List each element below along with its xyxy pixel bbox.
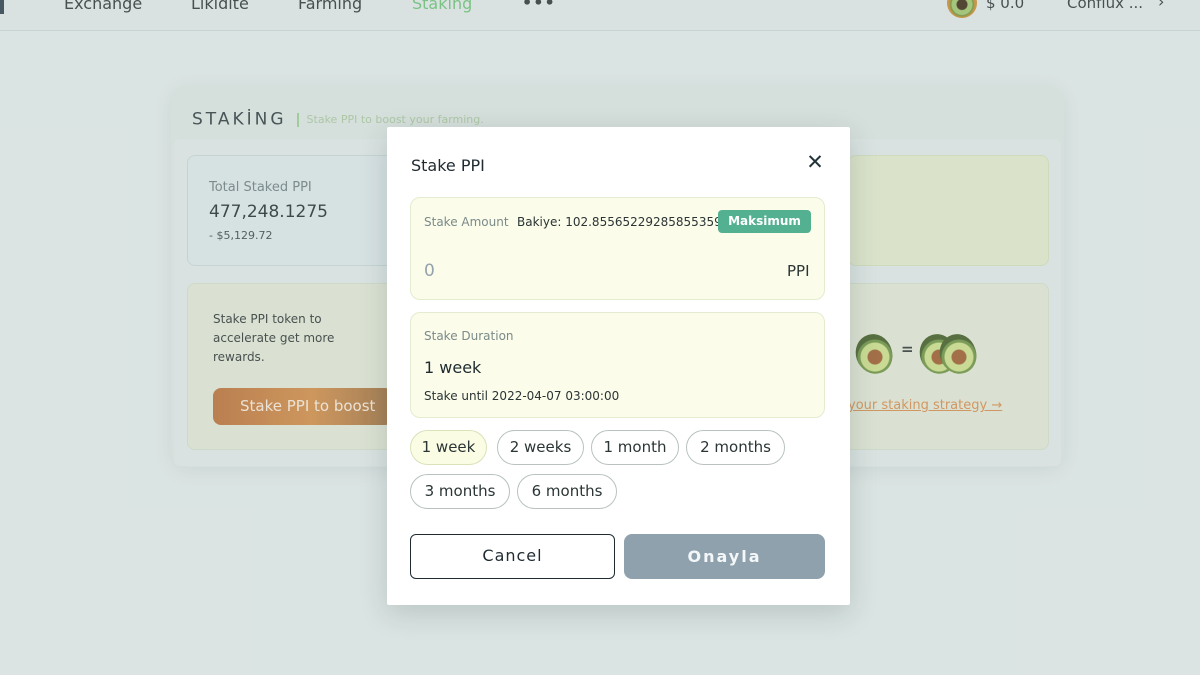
duration-option-1-month[interactable]: 1 month [591, 430, 679, 465]
cancel-button[interactable]: Cancel [410, 534, 615, 579]
stake-amount-label: Stake Amount [424, 215, 509, 229]
modal-title: Stake PPI [411, 156, 485, 175]
token-unit: PPI [787, 262, 810, 280]
stake-amount-input[interactable] [424, 258, 754, 284]
duration-option-6-months[interactable]: 6 months [517, 474, 617, 509]
stake-duration-value: 1 week [424, 358, 482, 377]
duration-option-2-months[interactable]: 2 months [686, 430, 785, 465]
confirm-button[interactable]: Onayla [624, 534, 825, 579]
stake-amount-panel: Stake Amount Bakiye: 102.855652292858553… [410, 197, 825, 300]
stake-duration-label: Stake Duration [424, 329, 514, 343]
stake-until-text: Stake until 2022-04-07 03:00:00 [424, 389, 620, 403]
duration-option-3-months[interactable]: 3 months [410, 474, 510, 509]
close-icon[interactable]: ✕ [805, 151, 825, 173]
stake-ppi-modal: Stake PPI ✕ Stake Amount Bakiye: 102.855… [387, 127, 850, 605]
max-button[interactable]: Maksimum [718, 210, 811, 233]
duration-option-1-week[interactable]: 1 week [410, 430, 487, 465]
balance-text: Bakiye: 102.855652292858553598 [517, 215, 730, 229]
stake-duration-panel: Stake Duration 1 week Stake until 2022-0… [410, 312, 825, 418]
duration-option-2-weeks[interactable]: 2 weeks [497, 430, 584, 465]
